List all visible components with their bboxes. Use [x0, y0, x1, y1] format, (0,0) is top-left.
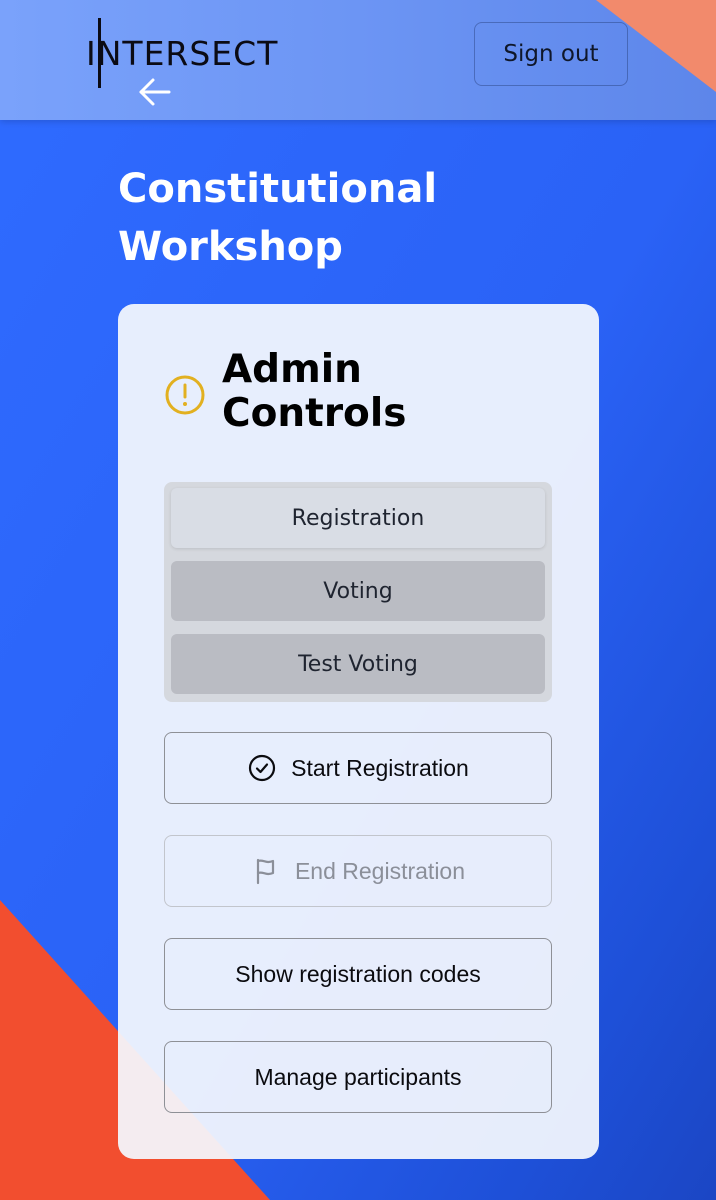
check-circle-icon	[249, 754, 276, 782]
end-registration-label: End Registration	[294, 857, 466, 884]
phase-tabs: Registration Voting Test Voting	[164, 482, 552, 702]
tab-registration[interactable]: Registration	[171, 488, 545, 548]
page-title: Constitutional Workshop	[118, 166, 438, 270]
show-registration-codes-button[interactable]: Show registration codes	[164, 938, 552, 1010]
sign-out-button[interactable]: Sign out	[474, 22, 628, 86]
end-registration-button[interactable]: End Registration	[164, 835, 552, 907]
logo-text: INTERSECT	[86, 34, 279, 73]
tab-voting[interactable]: Voting	[171, 561, 545, 621]
alert-circle-icon	[164, 374, 206, 416]
flag-icon	[256, 858, 275, 885]
admin-controls-card: Admin Controls Registration Voting Test …	[118, 304, 599, 1159]
start-registration-button[interactable]: Start Registration	[164, 732, 552, 804]
arrow-left-icon[interactable]	[138, 76, 172, 108]
start-registration-label: Start Registration	[291, 754, 469, 781]
tab-test-voting[interactable]: Test Voting	[171, 634, 545, 694]
card-title: Admin Controls	[222, 347, 407, 436]
manage-participants-button[interactable]: Manage participants	[164, 1041, 552, 1113]
